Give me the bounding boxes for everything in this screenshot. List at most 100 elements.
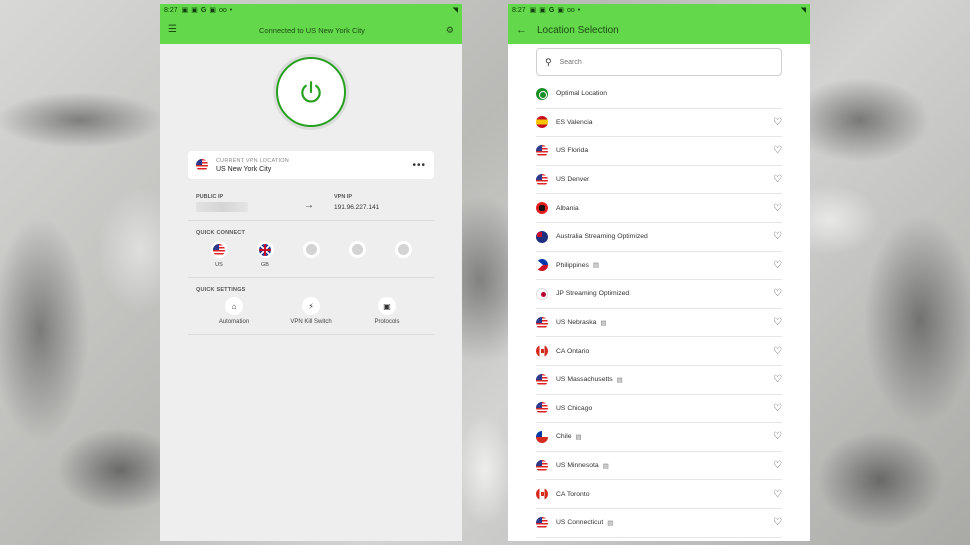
location-name: US Florida [556,147,589,155]
automation-setting[interactable]: ⌂ Automation [204,297,264,325]
settings-icon[interactable]: ⚙ [446,25,454,36]
location-row[interactable]: US Minnesota ▤ ♡ [536,452,782,481]
favorite-heart-icon[interactable]: ♡ [773,489,782,500]
opt-flag-icon [536,87,548,100]
cl-flag-icon [536,430,548,443]
menu-icon[interactable]: ☰ [168,25,178,35]
quick-connect-label-us: US [215,262,223,268]
us-flag-icon [196,159,208,171]
empty-slot-icon [351,244,363,255]
google-icon: G [200,6,207,14]
top-app-bar: ☰ Connected to US New York City ⚙ [160,16,462,44]
marble-background [0,0,970,545]
vpn-ip-value: 191.96.227.141 [334,204,380,211]
location-row[interactable]: ES Valencia ♡ [536,109,782,138]
search-box[interactable]: ⚲ [536,48,782,76]
quick-connect-slot-empty[interactable] [393,241,413,258]
quick-connect-gb[interactable]: GB [255,241,275,268]
favorite-heart-icon[interactable]: ♡ [773,174,782,185]
streaming-icon: ▤ [607,519,614,527]
location-selection-title: Location Selection [537,24,619,36]
location-row[interactable]: Chile ▤ ♡ [536,423,782,452]
location-row[interactable]: US Chicago ♡ [536,395,782,424]
location-row[interactable]: Philippines ▤ ♡ [536,252,782,281]
location-name: Albania [556,204,579,212]
location-row[interactable]: US Denver ♡ [536,166,782,195]
favorite-heart-icon[interactable]: ♡ [773,346,782,357]
favorite-heart-icon[interactable]: ♡ [773,460,782,471]
location-name: Philippines [556,261,589,269]
current-location-card[interactable]: CURRENT VPN LOCATION US New York City ••… [188,151,434,179]
location-name: US Denver [556,176,590,184]
empty-slot-icon [397,244,409,255]
search-input[interactable] [559,58,760,66]
favorite-heart-icon[interactable]: ♡ [773,260,782,271]
location-row[interactable]: CA Ontario ♡ [536,337,782,366]
streaming-icon: ▤ [575,433,582,441]
main-screen: 8:27 ▣ ▣ G ▣ oo • ◥ ☰ Connected to US Ne… [160,4,462,541]
favorite-heart-icon[interactable]: ♡ [773,374,782,385]
protocols-icon: ▣ [378,297,396,315]
quick-connect-label-gb: GB [261,262,269,268]
location-row[interactable]: US Massachusetts ▤ ♡ [536,366,782,395]
gb-flag-icon [259,243,271,256]
location-row[interactable]: Australia Streaming Optimized ♡ [536,223,782,252]
favorite-heart-icon[interactable]: ♡ [773,517,782,528]
favorite-heart-icon[interactable]: ♡ [773,288,782,299]
sim-icon: ▣ [529,7,537,14]
automation-icon: ⌂ [225,297,243,315]
au-flag-icon [536,230,548,243]
location-name: Optimal Location [556,90,608,98]
more-options-icon[interactable]: ••• [412,160,426,171]
sim-icon: ▣ [181,7,189,14]
public-ip-blurred [196,202,248,212]
favorite-heart-icon[interactable]: ♡ [773,317,782,328]
location-row[interactable]: US Nebraska ▤ ♡ [536,309,782,338]
favorite-heart-icon[interactable]: ♡ [773,117,782,128]
back-arrow-icon[interactable]: ← [516,24,527,36]
protocols-label: Protocols [374,319,400,325]
us-flag-icon [536,173,548,186]
power-button-halo [273,54,349,130]
quick-connect-slot-empty[interactable] [347,241,367,258]
us-flag-icon [536,373,548,386]
location-name: Chile [556,433,572,441]
empty-slot-icon [305,244,317,255]
quick-connect-us[interactable]: US [209,241,229,268]
location-name: US Minnesota [556,462,599,470]
kill-switch-label: VPN Kill Switch [290,319,332,325]
favorite-heart-icon[interactable]: ♡ [773,231,782,242]
power-button[interactable] [276,57,346,127]
al-flag-icon [536,202,548,215]
location-row[interactable]: US Florida ♡ [536,137,782,166]
kill-switch-setting[interactable]: ⚡ VPN Kill Switch [281,297,341,325]
protocols-setting[interactable]: ▣ Protocols [357,297,417,325]
location-row[interactable]: US Connecticut ▤ ♡ [536,509,782,538]
location-name: US Nebraska [556,319,597,327]
favorite-heart-icon[interactable]: ♡ [773,403,782,414]
location-row[interactable]: CA Toronto ♡ [536,480,782,509]
us-flag-icon [536,402,548,415]
quick-connect-label: QUICK CONNECT [196,230,246,236]
voicemail-icon: oo [566,6,575,14]
quick-settings-label: QUICK SETTINGS [196,287,246,293]
us-flag-icon [536,316,548,329]
ph-flag-icon [536,259,548,272]
favorite-heart-icon[interactable]: ♡ [773,203,782,214]
location-row[interactable]: JP Streaming Optimized ♡ [536,280,782,309]
nav-icon: ▣ [191,7,198,14]
quick-connect-slot-empty[interactable] [301,241,321,258]
location-row[interactable]: Albania ♡ [536,194,782,223]
voicemail-icon: oo [218,6,227,14]
ca-flag-icon [536,345,548,358]
current-location-value: US New York City [216,165,272,173]
us-flag-icon [213,243,225,256]
bookmark-icon: ▣ [209,7,216,14]
favorite-heart-icon[interactable]: ♡ [773,431,782,442]
us-flag-icon [536,516,548,529]
location-name: CA Ontario [556,347,590,355]
location-row[interactable]: Optimal Location [536,80,782,109]
dot-icon: • [229,6,233,14]
favorite-heart-icon[interactable]: ♡ [773,145,782,156]
search-icon: ⚲ [545,56,552,67]
